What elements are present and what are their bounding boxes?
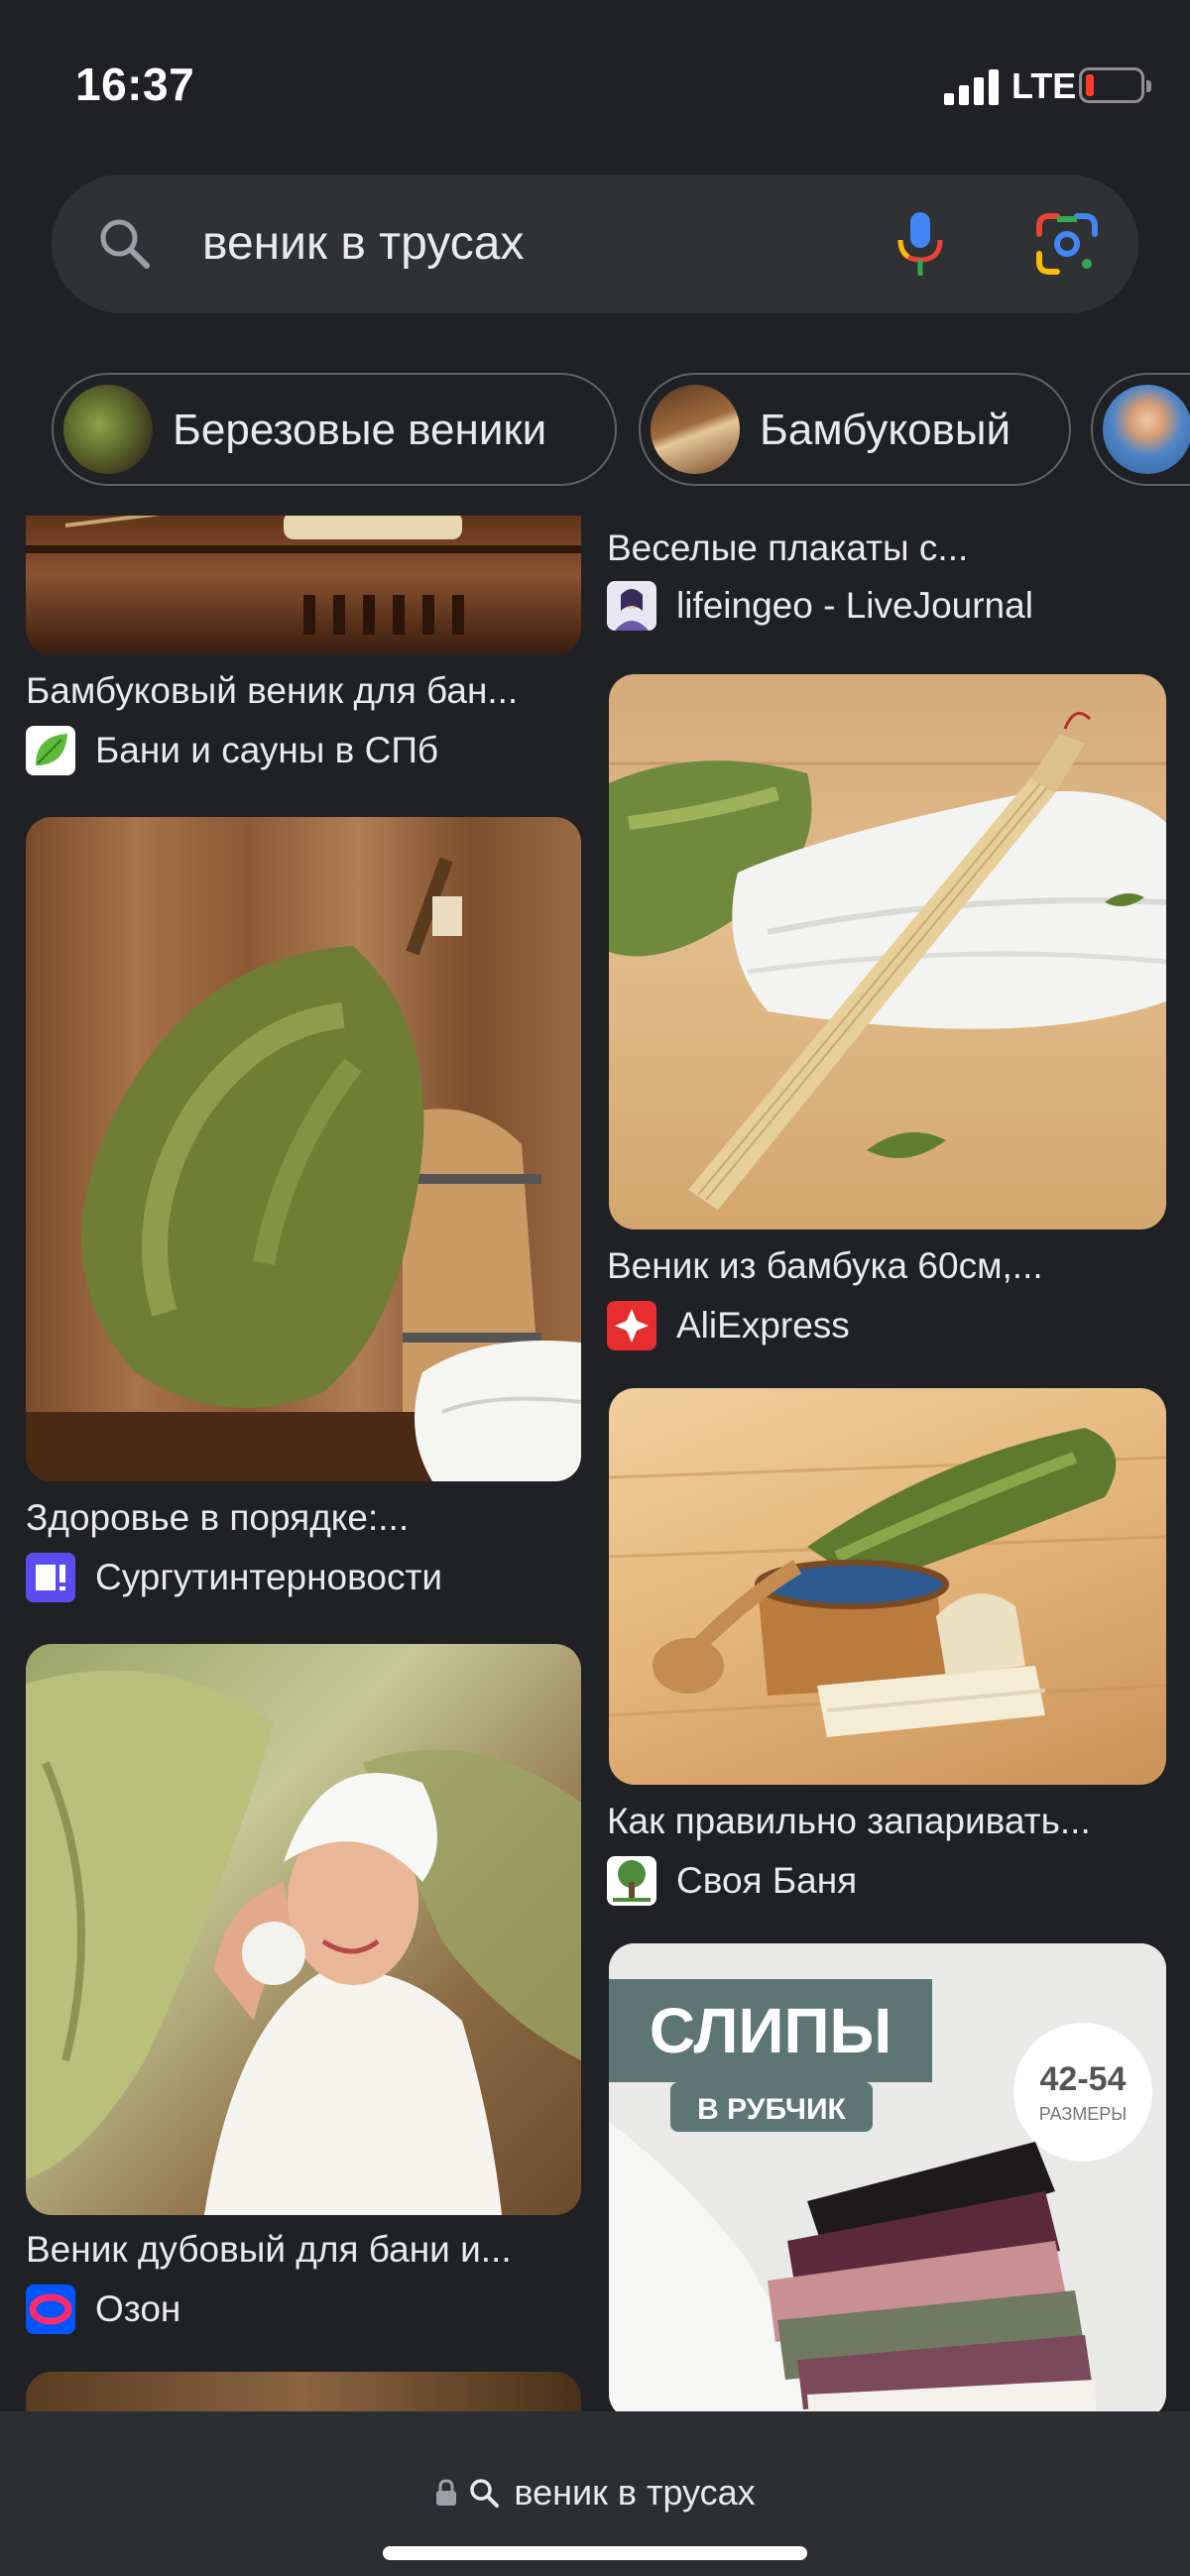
chip-birch-brooms[interactable]: Березовые веники [52,373,617,486]
search-input[interactable]: веник в трусах [202,214,524,274]
lock-icon [436,2479,457,2507]
result-title[interactable]: Бамбуковый веник для бан... [26,668,589,714]
chip-thumbnail [63,385,153,474]
result-image[interactable] [609,674,1166,1229]
source-name: Своя Баня [676,1860,858,1901]
result-source[interactable]: Сургутинтерновости [26,1553,591,1602]
source-name: Сургутинтерновости [95,1557,443,1597]
result-card[interactable] [26,2372,581,2411]
source-name: lifeingeo - LiveJournal [676,585,1033,626]
ozon-favicon-icon [26,2284,75,2334]
url-text: веник в трусах [514,2472,756,2514]
result-card[interactable]: Веник из бамбука 60см,... AliExpress [607,674,1172,1358]
result-source[interactable]: Бани и сауны в СПб [26,726,591,775]
result-card[interactable]: Веселые плакаты с... lifeingeo - LiveJou… [607,516,1172,644]
result-source[interactable]: Озон [26,2284,591,2334]
home-indicator[interactable] [383,2546,807,2560]
result-title[interactable]: Как правильно запаривать... [607,1799,1170,1844]
result-source[interactable]: lifeingeo - LiveJournal [607,581,1172,631]
result-card[interactable]: СЛИПЫ В РУБЧИК 42-54 РАЗМЕРЫ [607,1943,1172,2411]
image-results: Бамбуковый веник для бан... Бани и сауны… [0,516,1190,2411]
result-title[interactable]: Веник из бамбука 60см,... [607,1243,1170,1289]
result-card[interactable]: Как правильно запаривать... Своя Баня [607,1388,1172,1924]
result-source[interactable]: AliExpress [607,1301,1172,1350]
slips-sizes: 42-54 [1040,2060,1127,2098]
result-image[interactable] [26,817,581,1481]
avatar-favicon-icon [607,581,656,631]
tree-favicon-icon [607,1856,656,1906]
result-image[interactable] [26,1644,581,2215]
url-row[interactable]: веник в трусах [0,2467,1190,2517]
search-icon [470,2479,500,2509]
status-time: 16:37 [75,59,195,110]
result-image[interactable]: СЛИПЫ В РУБЧИК 42-54 РАЗМЕРЫ [609,1943,1166,2411]
result-image[interactable] [26,2372,581,2411]
slips-title: СЛИПЫ [650,1995,892,2066]
result-title[interactable]: Здоровье в порядке:... [26,1495,589,1541]
address-bar[interactable]: веник в трусах [0,2411,1190,2576]
network-type: LTE [1012,65,1077,106]
google-lens-icon[interactable] [1031,208,1103,280]
source-name: Озон [95,2288,181,2329]
chip-label: Березовые веники [173,406,547,454]
filter-chips: Березовые веники Бамбуковый [0,373,1190,488]
result-card[interactable]: Веник дубовый для бани и... Озон [26,1644,591,2358]
result-card[interactable]: Здоровье в порядке:... Сургутинтерновост… [26,817,591,1610]
slips-sizes-label: РАЗМЕРЫ [1039,2104,1127,2124]
slips-subtitle: В РУБЧИК [697,2093,846,2126]
chip-thumbnail [1103,385,1190,474]
aliexpress-favicon-icon [607,1301,656,1350]
search-icon[interactable] [95,214,155,274]
battery-icon [1079,67,1151,103]
chip-label: Бамбуковый [760,406,1012,454]
cellular-signal-icon [944,69,1000,105]
news-favicon-icon [26,1553,75,1602]
chip-bamboo[interactable]: Бамбуковый [639,373,1071,486]
result-title[interactable]: Веник дубовый для бани и... [26,2227,589,2273]
result-title[interactable]: Веселые плакаты с... [607,526,1170,571]
source-name: Бани и сауны в СПб [95,730,439,770]
microphone-icon[interactable] [881,204,960,284]
status-bar: 16:37 LTE [0,0,1190,159]
chip-thumbnail [651,385,740,474]
result-image[interactable] [26,516,581,654]
chip-more[interactable] [1091,373,1190,486]
search-bar[interactable]: веник в трусах [52,175,1138,313]
source-name: AliExpress [676,1305,850,1346]
result-source[interactable]: Своя Баня [607,1856,1172,1906]
leaf-favicon-icon [26,726,75,775]
result-card[interactable]: Бамбуковый веник для бан... Бани и сауны… [26,516,591,783]
result-image[interactable] [609,1388,1166,1785]
